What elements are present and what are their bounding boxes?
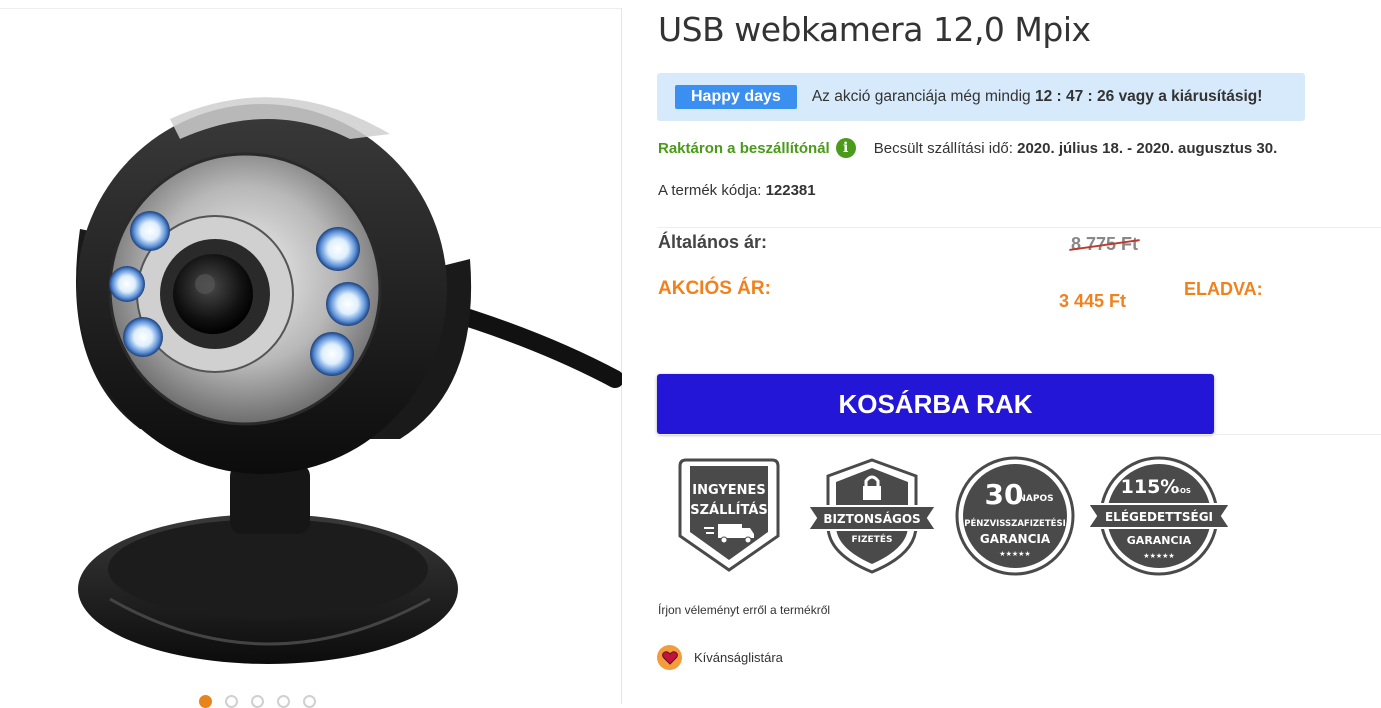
satisfaction-badge: 115% -OS ELÉGEDETTSÉGI GARANCIA ★★★★★ — [1086, 456, 1232, 576]
gallery-dot[interactable] — [303, 695, 316, 708]
shipping-estimate: Becsült szállítási idő: 2020. július 18.… — [874, 140, 1278, 157]
badge-small: NAPOS — [1018, 494, 1053, 504]
badge-line: GARANCIA — [980, 532, 1051, 546]
badge-big: 115% — [1121, 476, 1180, 498]
sale-price-value: 3 445 Ft — [1059, 291, 1127, 311]
wishlist-label: Kívánságlistára — [694, 650, 783, 665]
info-icon[interactable]: i — [835, 138, 856, 158]
heart-icon — [657, 645, 682, 670]
general-price-label: Általános ár: — [658, 232, 768, 252]
webcam-product-image — [76, 97, 622, 664]
stock-status: Raktáron a beszállítónál — [658, 139, 830, 157]
gallery-dot[interactable] — [225, 695, 238, 708]
countdown-timer: 12 : 47 : 26 — [1034, 88, 1115, 105]
badge-line: ELÉGEDETTSÉGI — [1105, 509, 1213, 524]
badge-line: BIZTONSÁGOS — [823, 511, 920, 526]
free-shipping-badge: INGYENES SZÁLLÍTÁS — [678, 458, 780, 572]
trust-badges: INGYENES SZÁLLÍTÁS BIZTONSÁGOS FIZETÉS 3… — [672, 456, 1232, 576]
gallery-dot[interactable] — [251, 695, 264, 708]
badge-small: -OS — [1177, 487, 1191, 495]
gallery-dot[interactable] — [199, 695, 212, 708]
badge-line: SZÁLLÍTÁS — [690, 502, 768, 518]
shipping-dates: 2020. július 18. - 2020. augusztus 30. — [1017, 139, 1278, 157]
wishlist-link[interactable]: Kívánságlistára — [657, 645, 783, 670]
gallery-dots — [199, 695, 316, 708]
badge-stars: ★★★★★ — [999, 550, 1030, 558]
sale-price-label: AKCIÓS ÁR: — [658, 278, 771, 299]
product-code-row: A termék kódja: 122381 — [658, 182, 816, 199]
badge-line: PÉNZVISSZAFIZETÉSI — [964, 517, 1066, 529]
add-to-cart-button[interactable]: KOSÁRBA RAK — [657, 374, 1214, 434]
general-price-value: 8 775 Ft — [1071, 234, 1139, 254]
promo-bar: Happy days Az akció garanciája még mindi… — [657, 73, 1305, 121]
product-code-label: A termék kódja: — [658, 182, 762, 199]
happy-days-badge: Happy days — [675, 85, 797, 109]
gallery-dot[interactable] — [277, 695, 290, 708]
product-title: USB webkamera 12,0 Mpix — [658, 10, 1091, 49]
availability-row: Raktáron a beszállítónál i Becsült száll… — [658, 138, 1277, 158]
promo-text: Az akció garanciája még mindig 12 : 47 :… — [812, 88, 1263, 106]
secure-payment-badge: BIZTONSÁGOS FIZETÉS — [806, 458, 938, 574]
divider — [657, 434, 1381, 435]
product-image-panel[interactable] — [0, 8, 622, 708]
promo-text-before: Az akció garanciája még mindig — [811, 88, 1031, 105]
sold-label: ELADVA: — [1184, 279, 1263, 299]
badge-line: GARANCIA — [1127, 534, 1192, 547]
product-code-value: 122381 — [765, 182, 816, 199]
shipping-label: Becsült szállítási idő: — [873, 139, 1013, 157]
badge-stars: ★★★★★ — [1143, 552, 1174, 560]
money-back-badge: 30 NAPOS PÉNZVISSZAFIZETÉSI GARANCIA ★★★… — [955, 456, 1075, 576]
badge-line: FIZETÉS — [852, 533, 893, 545]
write-review-link[interactable]: Írjon véleményt erről a termékről — [658, 603, 830, 617]
divider — [657, 227, 1381, 228]
badge-line: INGYENES — [692, 483, 766, 498]
promo-text-after: vagy a kiárusításig! — [1118, 88, 1263, 105]
